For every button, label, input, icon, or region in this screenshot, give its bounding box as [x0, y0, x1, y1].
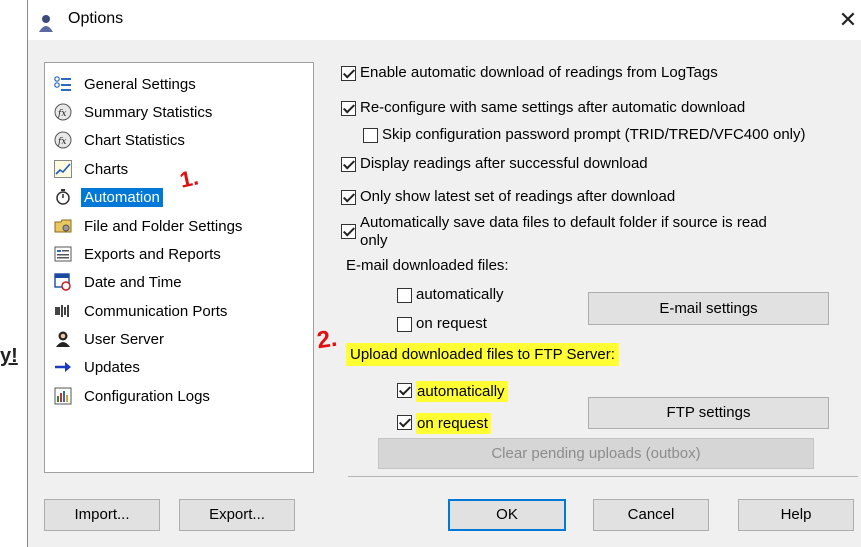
- tree-item-configuration-logs[interactable]: Configuration Logs: [53, 384, 213, 408]
- tree-item-automation[interactable]: Automation: [53, 185, 163, 209]
- checkbox-label: Only show latest set of readings after d…: [360, 188, 676, 205]
- auto-save-label-line1: Automatically save data files to default…: [360, 214, 767, 231]
- svg-text:fx: fx: [57, 137, 66, 147]
- checkbox-label: Automatically save data files to default…: [360, 214, 767, 250]
- auto-save-checkbox[interactable]: Automatically save data files to default…: [341, 214, 767, 250]
- email-automatically-checkbox[interactable]: automatically: [397, 286, 504, 303]
- checkbox-box[interactable]: [397, 415, 412, 430]
- tree-item-label: Date and Time: [84, 273, 182, 291]
- footer-separator: [348, 476, 858, 477]
- title-bar: Options ✕: [28, 0, 861, 40]
- tree-item-label: Updates: [84, 358, 140, 376]
- checkbox-label: automatically: [416, 286, 504, 303]
- settings-list-icon: [53, 74, 73, 94]
- tree-item-label: File and Folder Settings: [84, 217, 243, 235]
- checkbox-box[interactable]: [341, 224, 356, 239]
- clear-pending-uploads-button[interactable]: Clear pending uploads (outbox): [378, 438, 814, 469]
- checkbox-label: on request: [416, 315, 487, 332]
- category-tree[interactable]: General Settings fx Summary Statistics f…: [44, 62, 314, 473]
- enable-auto-download-checkbox[interactable]: Enable automatic download of readings fr…: [341, 64, 718, 81]
- tree-item-label: Summary Statistics: [84, 103, 213, 121]
- help-button[interactable]: Help: [738, 499, 854, 531]
- checkbox-box[interactable]: [341, 66, 356, 81]
- svg-text:fx: fx: [57, 109, 66, 119]
- export-button[interactable]: Export...: [179, 499, 295, 531]
- checkbox-label: Enable automatic download of readings fr…: [360, 64, 718, 81]
- tree-item-label: Communication Ports: [84, 302, 228, 320]
- tree-item-charts[interactable]: Charts: [53, 157, 131, 181]
- tree-item-label: Automation: [81, 187, 163, 207]
- tree-item-date-and-time[interactable]: Date and Time: [53, 270, 185, 294]
- close-icon[interactable]: ✕: [834, 6, 861, 34]
- tree-item-file-and-folder-settings[interactable]: File and Folder Settings: [53, 214, 245, 238]
- checkbox-label: automatically: [416, 381, 508, 402]
- tree-item-label: General Settings: [84, 75, 196, 93]
- tree-item-communication-ports[interactable]: Communication Ports: [53, 299, 230, 323]
- only-latest-checkbox[interactable]: Only show latest set of readings after d…: [341, 188, 675, 205]
- ftp-on-request-checkbox[interactable]: on request: [397, 413, 491, 434]
- background-page-strip: [0, 0, 27, 547]
- display-readings-checkbox[interactable]: Display readings after successful downlo…: [341, 155, 648, 172]
- checkbox-label: Display readings after successful downlo…: [360, 155, 648, 172]
- reconfigure-checkbox[interactable]: Re-configure with same settings after au…: [341, 99, 745, 116]
- skip-password-checkbox[interactable]: Skip configuration password prompt (TRID…: [363, 126, 806, 143]
- app-user-icon: [39, 15, 53, 32]
- annotation-two: 2.: [315, 324, 339, 355]
- tree-item-label: Chart Statistics: [84, 131, 185, 149]
- calendar-clock-icon: [53, 272, 73, 292]
- tree-item-general-settings[interactable]: General Settings: [53, 72, 199, 96]
- tree-item-summary-statistics[interactable]: fx Summary Statistics: [53, 100, 215, 124]
- folder-settings-icon: [53, 216, 73, 236]
- fx-stats-icon: fx: [53, 130, 73, 150]
- log-icon: [53, 386, 73, 406]
- tree-item-chart-statistics[interactable]: fx Chart Statistics: [53, 128, 188, 152]
- import-button[interactable]: Import...: [44, 499, 160, 531]
- email-on-request-checkbox[interactable]: on request: [397, 315, 487, 332]
- ok-button[interactable]: OK: [448, 499, 566, 531]
- tree-item-user-server[interactable]: User Server: [53, 327, 167, 351]
- checkbox-label: Re-configure with same settings after au…: [360, 99, 746, 116]
- ftp-heading: Upload downloaded files to FTP Server:: [346, 343, 619, 366]
- fx-stats-icon: fx: [53, 102, 73, 122]
- tree-item-updates[interactable]: Updates: [53, 355, 143, 379]
- email-settings-button[interactable]: E-mail settings: [588, 292, 829, 325]
- report-icon: [53, 244, 73, 264]
- checkbox-label: Skip configuration password prompt (TRID…: [382, 126, 806, 143]
- email-heading: E-mail downloaded files:: [346, 257, 509, 274]
- tree-item-exports-and-reports[interactable]: Exports and Reports: [53, 242, 224, 266]
- checkbox-box[interactable]: [397, 317, 412, 332]
- stopwatch-icon: [53, 187, 73, 207]
- window-title: Options: [68, 10, 124, 27]
- ftp-heading-wrap: Upload downloaded files to FTP Server:: [346, 343, 619, 366]
- checkbox-label: on request: [416, 413, 491, 434]
- checkbox-box[interactable]: [397, 383, 412, 398]
- port-icon: [53, 301, 73, 321]
- user-server-icon: [53, 329, 73, 349]
- ftp-automatically-checkbox[interactable]: automatically: [397, 381, 508, 402]
- background-page-text: y!: [0, 345, 18, 367]
- cancel-button[interactable]: Cancel: [593, 499, 709, 531]
- ftp-settings-button[interactable]: FTP settings: [588, 397, 829, 429]
- checkbox-box[interactable]: [341, 101, 356, 116]
- line-chart-icon: [53, 159, 73, 179]
- tree-item-label: Exports and Reports: [84, 245, 221, 263]
- arrow-right-icon: [53, 357, 73, 377]
- tree-item-label: Configuration Logs: [84, 387, 210, 405]
- checkbox-box[interactable]: [341, 190, 356, 205]
- checkbox-box[interactable]: [341, 157, 356, 172]
- tree-item-label: Charts: [84, 160, 129, 178]
- options-dialog: Options ✕ General Settings fx Summary St…: [27, 0, 861, 547]
- checkbox-box[interactable]: [363, 128, 378, 143]
- tree-item-label: User Server: [84, 330, 165, 348]
- checkbox-box[interactable]: [397, 288, 412, 303]
- auto-save-label-line2: only: [360, 232, 388, 249]
